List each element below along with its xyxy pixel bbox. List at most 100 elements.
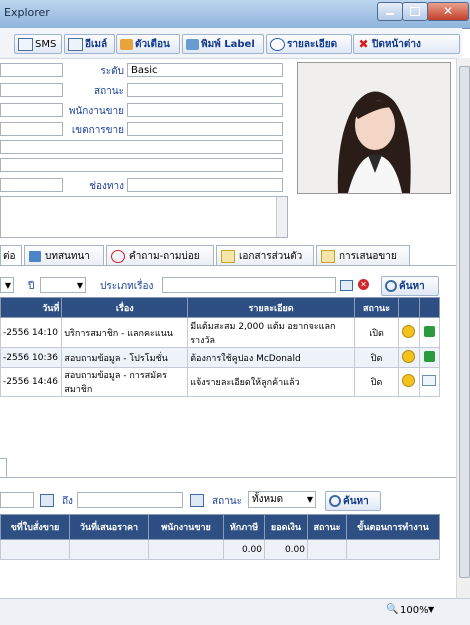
address-field-2[interactable] [0, 158, 283, 172]
table-row[interactable]: -2556 10:36 สอบถามข้อมูล - โปรโมชั่น ต้อ… [0, 347, 441, 368]
quote-status-label: สถานะ [212, 496, 242, 507]
close-page-button[interactable]: ✖ ปิดหน้าต่าง [353, 34, 460, 54]
tab-sales-offer[interactable]: การเสนอขาย [316, 245, 410, 266]
chevron-down-icon[interactable]: ▼ [428, 605, 434, 614]
to-label: ถึง [62, 496, 73, 507]
quote-status-header[interactable]: สถานะ [307, 514, 347, 540]
note-icon [120, 38, 133, 50]
level-label: ระดับ [100, 66, 124, 77]
reminder-button[interactable]: ตัวเตือน [116, 34, 180, 54]
folder-icon [29, 250, 41, 262]
list-icon[interactable] [340, 280, 353, 291]
tab-documents-label: เอกสารส่วนตัว [239, 250, 303, 262]
table-row[interactable]: -2556 14:46 สอบถามข้อมูล - การสมัครสมาชิ… [0, 367, 441, 397]
row-date: -2556 14:10 [0, 317, 63, 348]
mail-icon[interactable] [422, 375, 437, 386]
issue-type-field[interactable] [162, 277, 336, 293]
status-header[interactable]: สถานะ [353, 297, 400, 318]
quotes-table: ขที่ใบสั่งขาย วันที่เสนอราคา พนักงานขาย … [0, 514, 440, 560]
calendar-icon[interactable] [190, 494, 204, 507]
icon-col-header [418, 297, 441, 318]
workflow-header[interactable]: ขั้นตอนการทำงาน [346, 514, 440, 540]
left-field-5[interactable] [0, 178, 63, 192]
detail-header[interactable]: รายละเอียด [187, 297, 355, 318]
lower-divider [0, 477, 456, 478]
table-row[interactable]: -2556 14:10 บริการสมาชิก - แลกคะแนน มีแต… [0, 317, 441, 348]
quote-search-button[interactable]: ค้นหา [325, 491, 381, 511]
row-detail: แจ้งรายละเอียดให้ลูกค้าแล้ว [187, 367, 355, 397]
tab-contact[interactable]: ต่อ [0, 245, 22, 266]
issue-search-button[interactable]: ค้นหา [381, 276, 439, 296]
sales-area-field[interactable] [127, 122, 283, 136]
document-icon [321, 249, 335, 263]
start-date-field[interactable] [0, 492, 34, 508]
vertical-scrollbar[interactable] [456, 58, 470, 614]
tab-faq[interactable]: คำถาม-ถามบ่อย [106, 245, 214, 266]
chevron-down-icon: ▼ [306, 495, 313, 504]
tab-documents[interactable]: เอกสารส่วนตัว [216, 245, 314, 266]
minimize-icon [386, 13, 394, 15]
smiley-icon[interactable] [402, 349, 416, 363]
salesperson-field[interactable] [127, 103, 283, 117]
order-no-header[interactable]: ขที่ใบสั่งขาย [0, 514, 70, 540]
status-field[interactable] [127, 83, 283, 97]
row-detail: ต้องการใช้คูปอง McDonald [187, 347, 355, 368]
close-window-button[interactable]: ✕ [427, 2, 469, 21]
close-icon: ✕ [443, 4, 454, 18]
info-icon [270, 37, 285, 51]
phone-icon[interactable] [423, 350, 435, 362]
quotes-total-row: 0.00 0.00 [0, 539, 440, 560]
smiley-icon[interactable] [402, 324, 416, 338]
tab-contact-label: ต่อ [3, 250, 16, 262]
reminder-label: ตัวเตือน [135, 38, 170, 50]
detail-button[interactable]: รายละเอียด [266, 34, 352, 54]
subject-header[interactable]: เรื่อง [61, 297, 189, 318]
date-header[interactable]: วันที่ [0, 297, 63, 318]
quote-status-select[interactable]: ทั้งหมด ▼ [248, 491, 316, 508]
question-icon [111, 249, 125, 263]
amount-header[interactable]: ยอดเงิน [264, 514, 308, 540]
row-subject: สอบถามข้อมูล - การสมัครสมาชิก [61, 367, 189, 397]
row-date: -2556 14:46 [0, 367, 63, 397]
tab-conversation[interactable]: บทสนทนา [24, 245, 104, 266]
row-status: ปิด [353, 347, 400, 368]
phone-icon[interactable] [423, 325, 435, 337]
issue-type-label: ประเภทเรื่อง [100, 281, 154, 292]
left-field-3[interactable] [0, 103, 63, 117]
smiley-icon[interactable] [402, 374, 416, 387]
sms-button[interactable]: SMS [14, 34, 62, 54]
channel-field[interactable] [127, 178, 283, 192]
email-label: อีเมล์ [85, 38, 108, 50]
tab-faq-label: คำถาม-ถามบ่อย [129, 250, 200, 262]
scrollbar-thumb[interactable] [459, 66, 470, 578]
address-field-1[interactable] [0, 140, 283, 154]
clear-icon[interactable]: ✕ [358, 279, 369, 290]
end-date-field[interactable] [77, 492, 183, 508]
calendar-icon[interactable] [40, 494, 54, 507]
month-select[interactable]: ▼ [0, 277, 14, 293]
zoom-level[interactable]: 100% [400, 605, 429, 616]
year-select[interactable]: ▼ [40, 277, 86, 293]
quote-search-label: ค้นหา [343, 495, 369, 507]
maximize-button[interactable] [402, 2, 428, 21]
print-label-button[interactable]: พิมพ์ Label [182, 34, 264, 54]
row-subject: สอบถามข้อมูล - โปรโมชั่น [61, 347, 189, 368]
left-field-1[interactable] [0, 63, 63, 77]
left-field-4[interactable] [0, 122, 63, 136]
quote-tab-stub[interactable] [0, 458, 7, 477]
notes-scrollbar[interactable] [276, 197, 287, 237]
level-field[interactable]: Basic [127, 63, 283, 77]
tab-conversation-label: บทสนทนา [45, 250, 90, 262]
email-button[interactable]: อีเมล์ [64, 34, 115, 54]
notes-textarea[interactable] [0, 196, 288, 238]
row-subject: บริการสมาชิก - แลกคะแนน [61, 317, 189, 348]
tax-header[interactable]: หักภาษี [223, 514, 265, 540]
document-icon [221, 249, 235, 263]
left-field-2[interactable] [0, 83, 63, 97]
salesperson-header[interactable]: พนักงานขาย [148, 514, 224, 540]
close-page-label: ปิดหน้าต่าง [372, 38, 421, 50]
quote-date-header[interactable]: วันที่เสนอราคา [69, 514, 149, 540]
quotes-header-row: ขที่ใบสั่งขาย วันที่เสนอราคา พนักงานขาย … [0, 514, 440, 540]
minimize-button[interactable] [377, 2, 403, 21]
customer-photo [297, 62, 451, 194]
